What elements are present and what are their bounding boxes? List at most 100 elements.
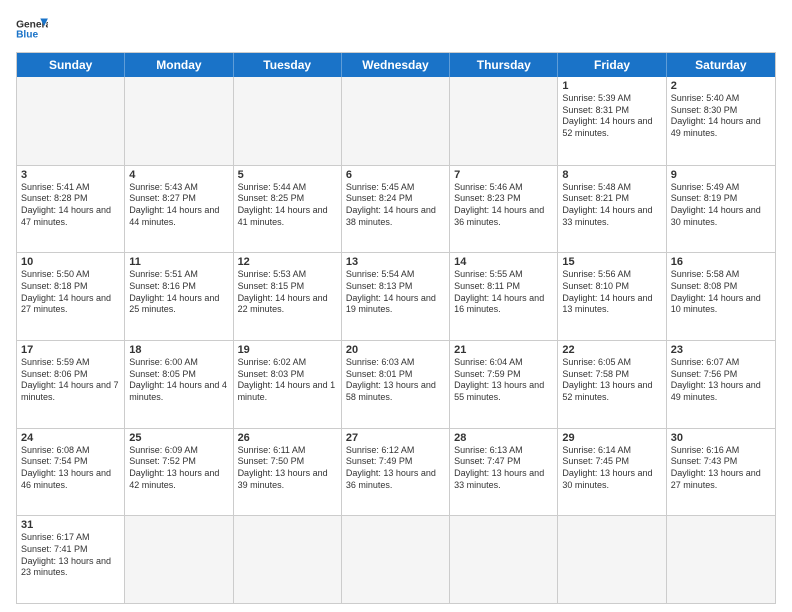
calendar-cell bbox=[125, 516, 233, 603]
day-info: Sunrise: 5:49 AMSunset: 8:19 PMDaylight:… bbox=[671, 182, 771, 229]
day-info: Sunrise: 5:54 AMSunset: 8:13 PMDaylight:… bbox=[346, 269, 445, 316]
calendar-cell bbox=[234, 77, 342, 165]
day-info: Sunrise: 5:46 AMSunset: 8:23 PMDaylight:… bbox=[454, 182, 553, 229]
day-number: 22 bbox=[562, 344, 661, 356]
calendar-cell: 9Sunrise: 5:49 AMSunset: 8:19 PMDaylight… bbox=[667, 166, 775, 253]
day-info: Sunrise: 6:13 AMSunset: 7:47 PMDaylight:… bbox=[454, 445, 553, 492]
day-number: 28 bbox=[454, 432, 553, 444]
calendar-row: 31Sunrise: 6:17 AMSunset: 7:41 PMDayligh… bbox=[17, 515, 775, 603]
calendar-cell: 1Sunrise: 5:39 AMSunset: 8:31 PMDaylight… bbox=[558, 77, 666, 165]
day-info: Sunrise: 5:39 AMSunset: 8:31 PMDaylight:… bbox=[562, 93, 661, 140]
day-number: 12 bbox=[238, 256, 337, 268]
calendar-cell: 18Sunrise: 6:00 AMSunset: 8:05 PMDayligh… bbox=[125, 341, 233, 428]
day-info: Sunrise: 5:48 AMSunset: 8:21 PMDaylight:… bbox=[562, 182, 661, 229]
calendar-cell: 24Sunrise: 6:08 AMSunset: 7:54 PMDayligh… bbox=[17, 429, 125, 516]
day-number: 24 bbox=[21, 432, 120, 444]
calendar-cell: 21Sunrise: 6:04 AMSunset: 7:59 PMDayligh… bbox=[450, 341, 558, 428]
svg-text:Blue: Blue bbox=[16, 30, 38, 41]
calendar-header: SundayMondayTuesdayWednesdayThursdayFrid… bbox=[17, 53, 775, 77]
day-number: 8 bbox=[562, 169, 661, 181]
day-number: 17 bbox=[21, 344, 120, 356]
logo-icon: General Blue bbox=[16, 16, 48, 44]
calendar-cell: 10Sunrise: 5:50 AMSunset: 8:18 PMDayligh… bbox=[17, 253, 125, 340]
day-number: 4 bbox=[129, 169, 228, 181]
header-cell-friday: Friday bbox=[558, 53, 666, 77]
day-info: Sunrise: 5:43 AMSunset: 8:27 PMDaylight:… bbox=[129, 182, 228, 229]
calendar-cell: 11Sunrise: 5:51 AMSunset: 8:16 PMDayligh… bbox=[125, 253, 233, 340]
day-number: 5 bbox=[238, 169, 337, 181]
day-number: 3 bbox=[21, 169, 120, 181]
day-info: Sunrise: 5:50 AMSunset: 8:18 PMDaylight:… bbox=[21, 269, 120, 316]
day-number: 21 bbox=[454, 344, 553, 356]
day-info: Sunrise: 5:44 AMSunset: 8:25 PMDaylight:… bbox=[238, 182, 337, 229]
header-cell-tuesday: Tuesday bbox=[234, 53, 342, 77]
calendar-cell: 15Sunrise: 5:56 AMSunset: 8:10 PMDayligh… bbox=[558, 253, 666, 340]
calendar-cell bbox=[125, 77, 233, 165]
day-info: Sunrise: 5:56 AMSunset: 8:10 PMDaylight:… bbox=[562, 269, 661, 316]
day-number: 10 bbox=[21, 256, 120, 268]
calendar-cell: 5Sunrise: 5:44 AMSunset: 8:25 PMDaylight… bbox=[234, 166, 342, 253]
calendar-cell bbox=[450, 77, 558, 165]
day-number: 14 bbox=[454, 256, 553, 268]
calendar-cell bbox=[342, 77, 450, 165]
day-info: Sunrise: 6:07 AMSunset: 7:56 PMDaylight:… bbox=[671, 357, 771, 404]
day-info: Sunrise: 5:58 AMSunset: 8:08 PMDaylight:… bbox=[671, 269, 771, 316]
calendar-cell: 22Sunrise: 6:05 AMSunset: 7:58 PMDayligh… bbox=[558, 341, 666, 428]
calendar-row: 1Sunrise: 5:39 AMSunset: 8:31 PMDaylight… bbox=[17, 77, 775, 165]
calendar-cell bbox=[558, 516, 666, 603]
calendar-row: 24Sunrise: 6:08 AMSunset: 7:54 PMDayligh… bbox=[17, 428, 775, 516]
day-info: Sunrise: 6:11 AMSunset: 7:50 PMDaylight:… bbox=[238, 445, 337, 492]
day-number: 6 bbox=[346, 169, 445, 181]
day-info: Sunrise: 6:14 AMSunset: 7:45 PMDaylight:… bbox=[562, 445, 661, 492]
day-number: 19 bbox=[238, 344, 337, 356]
day-number: 30 bbox=[671, 432, 771, 444]
header: General Blue bbox=[16, 16, 776, 44]
calendar-row: 17Sunrise: 5:59 AMSunset: 8:06 PMDayligh… bbox=[17, 340, 775, 428]
day-number: 16 bbox=[671, 256, 771, 268]
day-info: Sunrise: 6:17 AMSunset: 7:41 PMDaylight:… bbox=[21, 532, 120, 579]
calendar-cell bbox=[342, 516, 450, 603]
calendar-cell: 4Sunrise: 5:43 AMSunset: 8:27 PMDaylight… bbox=[125, 166, 233, 253]
calendar-cell: 25Sunrise: 6:09 AMSunset: 7:52 PMDayligh… bbox=[125, 429, 233, 516]
calendar-cell: 12Sunrise: 5:53 AMSunset: 8:15 PMDayligh… bbox=[234, 253, 342, 340]
day-info: Sunrise: 6:04 AMSunset: 7:59 PMDaylight:… bbox=[454, 357, 553, 404]
calendar-cell: 31Sunrise: 6:17 AMSunset: 7:41 PMDayligh… bbox=[17, 516, 125, 603]
calendar-cell: 14Sunrise: 5:55 AMSunset: 8:11 PMDayligh… bbox=[450, 253, 558, 340]
day-info: Sunrise: 5:55 AMSunset: 8:11 PMDaylight:… bbox=[454, 269, 553, 316]
calendar-cell: 6Sunrise: 5:45 AMSunset: 8:24 PMDaylight… bbox=[342, 166, 450, 253]
header-cell-monday: Monday bbox=[125, 53, 233, 77]
day-info: Sunrise: 6:09 AMSunset: 7:52 PMDaylight:… bbox=[129, 445, 228, 492]
calendar-row: 3Sunrise: 5:41 AMSunset: 8:28 PMDaylight… bbox=[17, 165, 775, 253]
calendar-cell: 8Sunrise: 5:48 AMSunset: 8:21 PMDaylight… bbox=[558, 166, 666, 253]
day-number: 11 bbox=[129, 256, 228, 268]
day-number: 25 bbox=[129, 432, 228, 444]
calendar-cell: 23Sunrise: 6:07 AMSunset: 7:56 PMDayligh… bbox=[667, 341, 775, 428]
day-number: 13 bbox=[346, 256, 445, 268]
day-info: Sunrise: 5:53 AMSunset: 8:15 PMDaylight:… bbox=[238, 269, 337, 316]
day-info: Sunrise: 5:45 AMSunset: 8:24 PMDaylight:… bbox=[346, 182, 445, 229]
calendar-cell: 27Sunrise: 6:12 AMSunset: 7:49 PMDayligh… bbox=[342, 429, 450, 516]
day-number: 18 bbox=[129, 344, 228, 356]
calendar-cell: 2Sunrise: 5:40 AMSunset: 8:30 PMDaylight… bbox=[667, 77, 775, 165]
day-info: Sunrise: 5:40 AMSunset: 8:30 PMDaylight:… bbox=[671, 93, 771, 140]
day-number: 15 bbox=[562, 256, 661, 268]
calendar-row: 10Sunrise: 5:50 AMSunset: 8:18 PMDayligh… bbox=[17, 252, 775, 340]
calendar: SundayMondayTuesdayWednesdayThursdayFrid… bbox=[16, 52, 776, 604]
header-cell-saturday: Saturday bbox=[667, 53, 775, 77]
page: General Blue SundayMondayTuesdayWednesda… bbox=[0, 0, 792, 612]
calendar-body: 1Sunrise: 5:39 AMSunset: 8:31 PMDaylight… bbox=[17, 77, 775, 603]
calendar-cell bbox=[234, 516, 342, 603]
header-cell-sunday: Sunday bbox=[17, 53, 125, 77]
calendar-cell: 19Sunrise: 6:02 AMSunset: 8:03 PMDayligh… bbox=[234, 341, 342, 428]
calendar-cell: 16Sunrise: 5:58 AMSunset: 8:08 PMDayligh… bbox=[667, 253, 775, 340]
calendar-cell: 13Sunrise: 5:54 AMSunset: 8:13 PMDayligh… bbox=[342, 253, 450, 340]
day-number: 26 bbox=[238, 432, 337, 444]
calendar-cell bbox=[667, 516, 775, 603]
day-info: Sunrise: 5:41 AMSunset: 8:28 PMDaylight:… bbox=[21, 182, 120, 229]
day-info: Sunrise: 6:08 AMSunset: 7:54 PMDaylight:… bbox=[21, 445, 120, 492]
day-number: 9 bbox=[671, 169, 771, 181]
logo: General Blue bbox=[16, 16, 48, 44]
day-info: Sunrise: 6:03 AMSunset: 8:01 PMDaylight:… bbox=[346, 357, 445, 404]
calendar-cell: 26Sunrise: 6:11 AMSunset: 7:50 PMDayligh… bbox=[234, 429, 342, 516]
day-info: Sunrise: 5:51 AMSunset: 8:16 PMDaylight:… bbox=[129, 269, 228, 316]
